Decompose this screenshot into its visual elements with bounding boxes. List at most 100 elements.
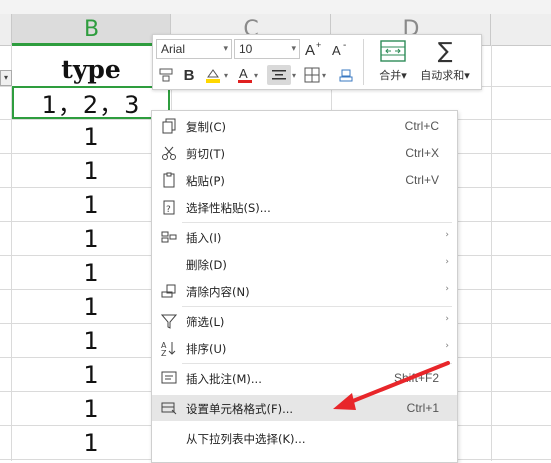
column-header-a[interactable]: [0, 14, 12, 46]
menu-item-paste-special[interactable]: ? 选择性粘贴(S)...: [152, 194, 457, 220]
comment-icon: [161, 371, 177, 384]
menu-item-format-cells[interactable]: 设置单元格格式(F)... Ctrl+1: [152, 395, 457, 421]
menu-item-sort[interactable]: AZ 排序(U) ›: [152, 335, 457, 361]
align-center-button[interactable]: [267, 65, 291, 85]
autosum-button[interactable]: ∑ 自动求和▾: [415, 39, 475, 85]
sigma-icon: ∑: [437, 38, 453, 64]
ribbon-edge: [0, 0, 551, 14]
menu-item-label: 插入(I): [186, 231, 222, 245]
menu-item-shortcut: Ctrl+C: [404, 119, 439, 133]
menu-item-insert[interactable]: 插入(I) ›: [152, 224, 457, 250]
cell-value[interactable]: 1: [12, 392, 170, 425]
fill-color-icon: [206, 69, 220, 83]
column-header-e[interactable]: [491, 14, 551, 46]
menu-item-label: 剪切(T): [186, 147, 225, 161]
border-button[interactable]: [302, 65, 322, 85]
menu-item-clear-contents[interactable]: 清除内容(N) ›: [152, 278, 457, 304]
chevron-down-icon: ▾: [254, 71, 259, 80]
cell-value[interactable]: 1: [12, 188, 170, 221]
merge-cells-icon: [380, 40, 406, 62]
menu-item-pick-from-list[interactable]: 从下拉列表中选择(K)...: [152, 425, 457, 451]
menu-item-insert-comment[interactable]: 插入批注(M)... Shift+F2: [152, 365, 457, 391]
submenu-arrow-icon: ›: [445, 314, 449, 324]
chevron-down-icon: ▾: [291, 43, 296, 53]
font-color-button[interactable]: A: [235, 65, 255, 85]
paste-icon: [163, 172, 175, 188]
cell-value[interactable]: 1: [12, 290, 170, 323]
sort-az-icon: AZ: [161, 341, 176, 356]
menu-item-cut[interactable]: 剪切(T) Ctrl+X: [152, 140, 457, 166]
menu-item-paste[interactable]: 粘贴(P) Ctrl+V: [152, 167, 457, 193]
format-painter-icon: [159, 68, 173, 82]
format-cells-icon: [161, 402, 177, 415]
svg-text:?: ?: [166, 205, 171, 215]
clear-format-button[interactable]: [336, 65, 356, 85]
decrease-font-icon: A-: [332, 41, 346, 57]
cell-value[interactable]: 1: [12, 222, 170, 255]
chevron-down-icon: ▾: [292, 71, 297, 80]
menu-item-label: 清除内容(N): [186, 285, 250, 299]
filter-funnel-icon: [161, 314, 177, 329]
cell-value[interactable]: 1: [12, 256, 170, 289]
menu-item-label: 从下拉列表中选择(K)...: [186, 432, 306, 446]
bold-button[interactable]: B: [179, 65, 199, 85]
column-letter-b: B: [83, 17, 100, 42]
chevron-down-icon: ▾: [223, 43, 228, 53]
menu-item-shortcut: Shift+F2: [393, 371, 439, 385]
chevron-down-icon: ▾: [224, 71, 229, 80]
decrease-font-size-button[interactable]: A-: [331, 39, 351, 59]
cell-b1-header[interactable]: type: [12, 53, 170, 86]
menu-item-label: 排序(U): [186, 342, 227, 356]
font-name-select[interactable]: Arial ▾: [156, 39, 232, 59]
scissors-icon: [162, 146, 176, 160]
menu-item-label: 复制(C): [186, 120, 227, 134]
column-selection-bar: [12, 43, 170, 46]
svg-text:A: A: [305, 42, 315, 57]
submenu-arrow-icon: ›: [445, 257, 449, 267]
cell-value[interactable]: 1: [12, 154, 170, 187]
increase-font-icon: A +: [305, 41, 321, 57]
menu-item-label: 设置单元格格式(F)...: [186, 402, 294, 416]
svg-text:+: +: [316, 41, 321, 50]
column-header-b[interactable]: B: [12, 14, 171, 46]
chevron-down-icon: ▾: [322, 71, 327, 80]
border-icon: [304, 67, 320, 83]
increase-font-size-button[interactable]: A +: [304, 39, 324, 59]
menu-item-delete[interactable]: 删除(D) ›: [152, 251, 457, 277]
format-painter-button[interactable]: [156, 65, 176, 85]
svg-text:-: -: [343, 41, 346, 51]
svg-text:Z: Z: [161, 349, 167, 356]
cell-value[interactable]: 1: [12, 358, 170, 391]
mini-format-toolbar: Arial ▾ 10 ▾ A + A- B ▾ A ▾ ▾ ▾ 合并▾ ∑ 自动求和▾: [152, 34, 482, 90]
menu-item-shortcut: Ctrl+1: [406, 401, 439, 415]
copy-icon: [162, 118, 176, 134]
insert-cells-icon: [161, 231, 177, 243]
submenu-arrow-icon: ›: [445, 230, 449, 240]
cell-value[interactable]: 1: [12, 120, 170, 153]
fill-color-button[interactable]: [203, 65, 223, 85]
autosum-label: 自动求和: [420, 69, 465, 82]
svg-text:A: A: [239, 66, 248, 81]
menu-item-shortcut: Ctrl+V: [405, 173, 439, 187]
cell-value[interactable]: 1: [12, 426, 170, 459]
font-size-value: 10: [239, 42, 253, 56]
menu-item-label: 粘贴(P): [186, 174, 225, 188]
paste-special-icon: ?: [163, 200, 175, 215]
submenu-arrow-icon: ›: [445, 284, 449, 294]
cell-b2-active[interactable]: 1，2，3: [12, 86, 170, 119]
eraser-icon: [339, 69, 353, 82]
merge-label: 合并: [379, 69, 402, 82]
filter-dropdown-button[interactable]: ▾: [0, 70, 12, 86]
eraser-icon: [161, 284, 176, 298]
context-menu: 复制(C) Ctrl+C 剪切(T) Ctrl+X 粘贴(P) Ctrl+V ?…: [151, 110, 458, 463]
menu-item-label: 插入批注(M)...: [186, 372, 262, 386]
submenu-arrow-icon: ›: [445, 341, 449, 351]
merge-button[interactable]: 合并▾: [363, 39, 423, 85]
align-center-icon: [272, 70, 286, 80]
menu-item-filter[interactable]: 筛选(L) ›: [152, 308, 457, 334]
font-name-value: Arial: [161, 42, 186, 56]
cell-value[interactable]: 1: [12, 324, 170, 357]
menu-item-copy[interactable]: 复制(C) Ctrl+C: [152, 113, 457, 139]
font-size-select[interactable]: 10 ▾: [234, 39, 300, 59]
font-color-icon: A: [238, 66, 252, 83]
